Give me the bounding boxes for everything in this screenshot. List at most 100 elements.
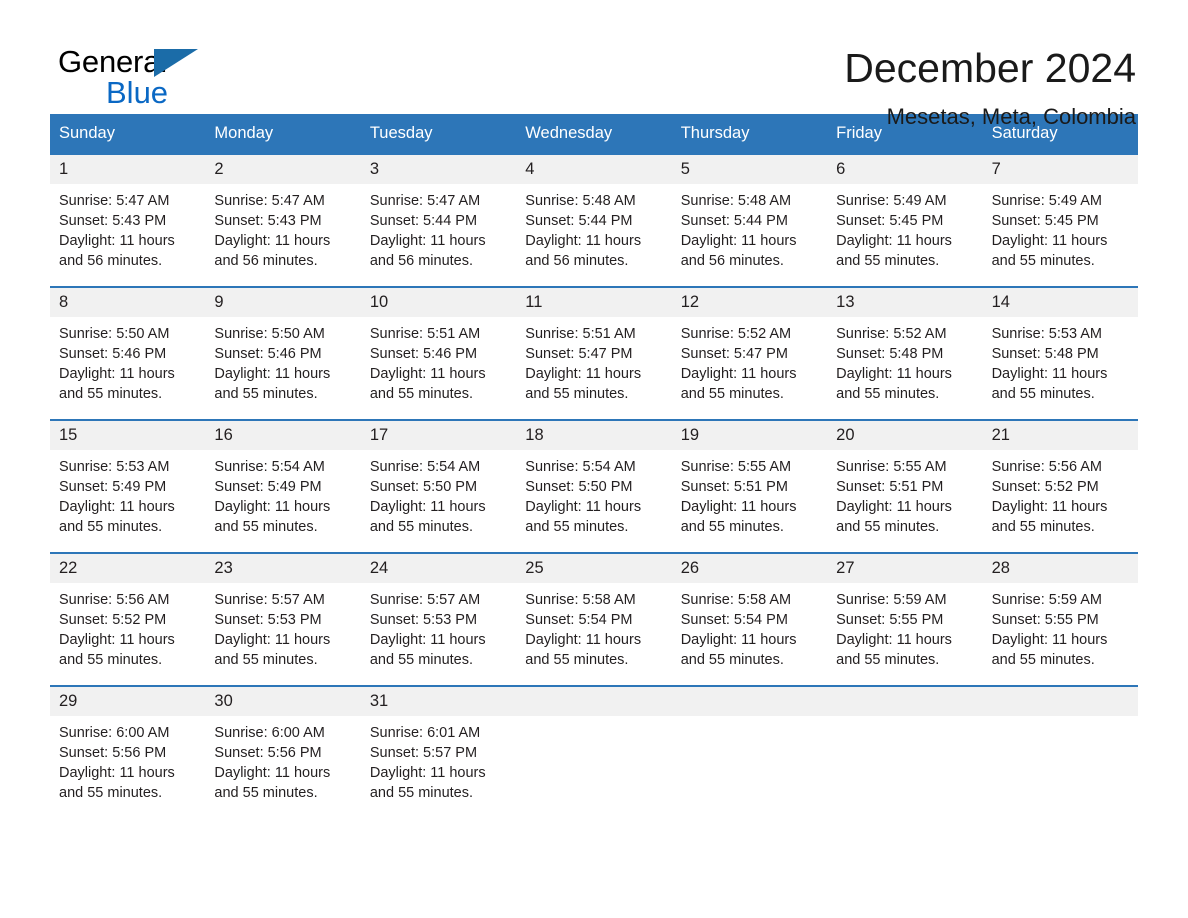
sunrise-text: Sunrise: 5:57 AM bbox=[214, 592, 325, 608]
sunrise-text: Sunrise: 5:49 AM bbox=[991, 193, 1102, 209]
day-number[interactable]: 13 bbox=[827, 288, 982, 317]
daylight-text: Daylight: 11 hours and 55 minutes. bbox=[214, 499, 331, 535]
page-header: General Blue December 2024 Mesetas, Meta… bbox=[50, 0, 1138, 129]
day-cell[interactable]: Sunrise: 5:52 AM Sunset: 5:48 PM Dayligh… bbox=[827, 317, 982, 419]
sunset-text: Sunset: 5:44 PM bbox=[525, 213, 633, 229]
sunset-text: Sunset: 5:47 PM bbox=[680, 346, 788, 362]
sunrise-text: Sunrise: 6:00 AM bbox=[214, 725, 325, 741]
sunset-text: Sunset: 5:57 PM bbox=[369, 745, 478, 761]
week-date-band: 8 9 10 11 12 13 14 bbox=[50, 288, 1138, 317]
week-body-row: Sunrise: 6:00 AM Sunset: 5:56 PM Dayligh… bbox=[50, 716, 1138, 818]
day-number[interactable]: 25 bbox=[516, 554, 671, 583]
day-number[interactable]: 9 bbox=[205, 288, 360, 317]
sunset-text: Sunset: 5:54 PM bbox=[680, 612, 788, 628]
sunset-text: Sunset: 5:49 PM bbox=[59, 479, 167, 495]
sunset-text: Sunset: 5:56 PM bbox=[214, 745, 322, 761]
day-cell[interactable]: Sunrise: 5:58 AM Sunset: 5:54 PM Dayligh… bbox=[516, 583, 671, 685]
day-number[interactable]: 17 bbox=[361, 421, 516, 450]
weekday-header-row: Sunday Monday Tuesday Wednesday Thursday… bbox=[50, 114, 1138, 153]
sunrise-text: Sunrise: 5:54 AM bbox=[525, 459, 636, 475]
daylight-text: Daylight: 11 hours and 55 minutes. bbox=[991, 632, 1108, 668]
day-cell[interactable]: Sunrise: 6:01 AM Sunset: 5:57 PM Dayligh… bbox=[361, 716, 516, 818]
weekday-tuesday: Tuesday bbox=[369, 124, 433, 142]
day-number-empty bbox=[516, 687, 671, 716]
day-number[interactable]: 3 bbox=[361, 155, 516, 184]
day-number[interactable]: 27 bbox=[827, 554, 982, 583]
day-number[interactable]: 21 bbox=[983, 421, 1138, 450]
day-cell[interactable]: Sunrise: 5:47 AM Sunset: 5:44 PM Dayligh… bbox=[361, 184, 516, 286]
day-number[interactable]: 24 bbox=[361, 554, 516, 583]
day-cell[interactable]: Sunrise: 5:52 AM Sunset: 5:47 PM Dayligh… bbox=[672, 317, 827, 419]
day-cell[interactable]: Sunrise: 5:47 AM Sunset: 5:43 PM Dayligh… bbox=[50, 184, 205, 286]
day-cell[interactable]: Sunrise: 5:48 AM Sunset: 5:44 PM Dayligh… bbox=[672, 184, 827, 286]
day-number[interactable]: 30 bbox=[205, 687, 360, 716]
day-cell[interactable]: Sunrise: 5:54 AM Sunset: 5:50 PM Dayligh… bbox=[516, 450, 671, 552]
day-number[interactable]: 12 bbox=[672, 288, 827, 317]
day-cell[interactable]: Sunrise: 5:53 AM Sunset: 5:48 PM Dayligh… bbox=[983, 317, 1138, 419]
day-cell[interactable]: Sunrise: 5:54 AM Sunset: 5:50 PM Dayligh… bbox=[361, 450, 516, 552]
day-cell[interactable]: Sunrise: 5:54 AM Sunset: 5:49 PM Dayligh… bbox=[205, 450, 360, 552]
sunrise-text: Sunrise: 5:50 AM bbox=[59, 326, 170, 342]
day-number[interactable]: 7 bbox=[983, 155, 1138, 184]
daylight-text: Daylight: 11 hours and 55 minutes. bbox=[59, 632, 175, 668]
day-number[interactable]: 20 bbox=[827, 421, 982, 450]
sunrise-text: Sunrise: 5:47 AM bbox=[214, 193, 325, 209]
day-cell[interactable]: Sunrise: 5:56 AM Sunset: 5:52 PM Dayligh… bbox=[50, 583, 205, 685]
week-body-row: Sunrise: 5:53 AM Sunset: 5:49 PM Dayligh… bbox=[50, 450, 1138, 552]
day-cell-empty bbox=[672, 716, 827, 818]
daylight-text: Daylight: 11 hours and 55 minutes. bbox=[369, 499, 486, 535]
week-row: 1 2 3 4 5 6 7 Sunrise: 5:47 AM Sunset: 5… bbox=[50, 153, 1138, 286]
logo-text-blue: Blue bbox=[106, 75, 169, 110]
day-number[interactable]: 31 bbox=[361, 687, 516, 716]
day-number[interactable]: 15 bbox=[50, 421, 205, 450]
day-cell[interactable]: Sunrise: 5:48 AM Sunset: 5:44 PM Dayligh… bbox=[516, 184, 671, 286]
day-cell[interactable]: Sunrise: 5:57 AM Sunset: 5:53 PM Dayligh… bbox=[361, 583, 516, 685]
day-number[interactable]: 28 bbox=[983, 554, 1138, 583]
day-number[interactable]: 18 bbox=[516, 421, 671, 450]
day-number[interactable]: 2 bbox=[205, 155, 360, 184]
day-number[interactable]: 26 bbox=[672, 554, 827, 583]
week-body-row: Sunrise: 5:56 AM Sunset: 5:52 PM Dayligh… bbox=[50, 583, 1138, 685]
day-cell[interactable]: Sunrise: 5:58 AM Sunset: 5:54 PM Dayligh… bbox=[672, 583, 827, 685]
daylight-text: Daylight: 11 hours and 55 minutes. bbox=[836, 233, 952, 269]
day-cell[interactable]: Sunrise: 5:50 AM Sunset: 5:46 PM Dayligh… bbox=[205, 317, 360, 419]
day-number[interactable]: 22 bbox=[50, 554, 205, 583]
day-cell[interactable]: Sunrise: 5:50 AM Sunset: 5:46 PM Dayligh… bbox=[50, 317, 205, 419]
daylight-text: Daylight: 11 hours and 56 minutes. bbox=[680, 233, 797, 269]
day-number[interactable]: 11 bbox=[516, 288, 671, 317]
sunrise-text: Sunrise: 5:47 AM bbox=[59, 193, 170, 209]
day-number[interactable]: 6 bbox=[827, 155, 982, 184]
day-cell[interactable]: Sunrise: 5:49 AM Sunset: 5:45 PM Dayligh… bbox=[983, 184, 1138, 286]
day-cell[interactable]: Sunrise: 6:00 AM Sunset: 5:56 PM Dayligh… bbox=[50, 716, 205, 818]
daylight-text: Daylight: 11 hours and 55 minutes. bbox=[836, 366, 952, 402]
day-cell[interactable]: Sunrise: 5:51 AM Sunset: 5:46 PM Dayligh… bbox=[361, 317, 516, 419]
day-number[interactable]: 8 bbox=[50, 288, 205, 317]
day-cell[interactable]: Sunrise: 5:53 AM Sunset: 5:49 PM Dayligh… bbox=[50, 450, 205, 552]
daylight-text: Daylight: 11 hours and 55 minutes. bbox=[680, 632, 797, 668]
day-cell[interactable]: Sunrise: 5:49 AM Sunset: 5:45 PM Dayligh… bbox=[827, 184, 982, 286]
day-cell[interactable]: Sunrise: 5:59 AM Sunset: 5:55 PM Dayligh… bbox=[983, 583, 1138, 685]
day-cell[interactable]: Sunrise: 5:55 AM Sunset: 5:51 PM Dayligh… bbox=[827, 450, 982, 552]
day-number[interactable]: 23 bbox=[205, 554, 360, 583]
day-number[interactable]: 29 bbox=[50, 687, 205, 716]
day-number[interactable]: 10 bbox=[361, 288, 516, 317]
sunrise-text: Sunrise: 5:58 AM bbox=[680, 592, 792, 608]
day-cell[interactable]: Sunrise: 5:55 AM Sunset: 5:51 PM Dayligh… bbox=[672, 450, 827, 552]
daylight-text: Daylight: 11 hours and 56 minutes. bbox=[369, 233, 486, 269]
sunset-text: Sunset: 5:46 PM bbox=[369, 346, 478, 362]
generalblue-logo[interactable]: General Blue bbox=[58, 44, 208, 110]
sunrise-text: Sunrise: 6:00 AM bbox=[59, 725, 170, 741]
day-cell[interactable]: Sunrise: 5:57 AM Sunset: 5:53 PM Dayligh… bbox=[205, 583, 360, 685]
day-number[interactable]: 19 bbox=[672, 421, 827, 450]
day-cell[interactable]: Sunrise: 5:59 AM Sunset: 5:55 PM Dayligh… bbox=[827, 583, 982, 685]
day-cell[interactable]: Sunrise: 6:00 AM Sunset: 5:56 PM Dayligh… bbox=[205, 716, 360, 818]
day-cell[interactable]: Sunrise: 5:51 AM Sunset: 5:47 PM Dayligh… bbox=[516, 317, 671, 419]
day-number[interactable]: 4 bbox=[516, 155, 671, 184]
day-number[interactable]: 5 bbox=[672, 155, 827, 184]
day-number[interactable]: 1 bbox=[50, 155, 205, 184]
day-number[interactable]: 14 bbox=[983, 288, 1138, 317]
day-cell[interactable]: Sunrise: 5:47 AM Sunset: 5:43 PM Dayligh… bbox=[205, 184, 360, 286]
day-number[interactable]: 16 bbox=[205, 421, 360, 450]
day-cell[interactable]: Sunrise: 5:56 AM Sunset: 5:52 PM Dayligh… bbox=[983, 450, 1138, 552]
daylight-text: Daylight: 11 hours and 55 minutes. bbox=[525, 632, 642, 668]
